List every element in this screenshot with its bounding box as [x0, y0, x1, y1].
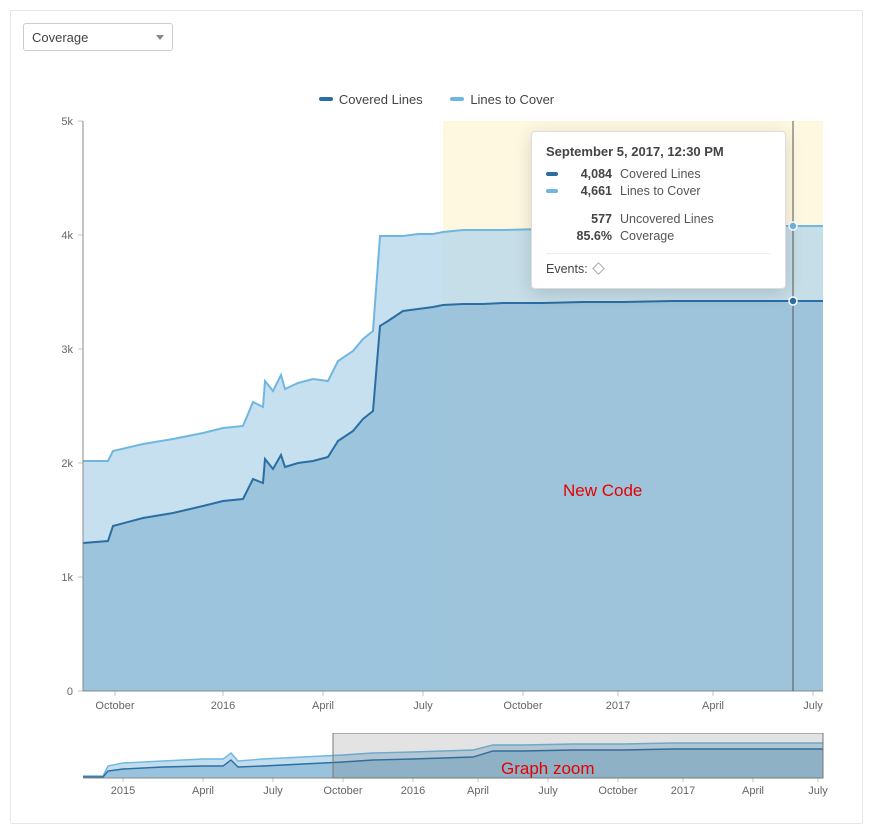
svg-text:July: July — [263, 785, 283, 797]
main-chart[interactable]: 0 1k 2k 3k 4k 5k October 2016 April July October 20… — [23, 111, 850, 721]
tooltip-events-label: Events: — [546, 262, 588, 276]
svg-text:2016: 2016 — [401, 785, 425, 797]
tooltip-swatch — [546, 189, 558, 193]
svg-text:1k: 1k — [61, 572, 73, 584]
tooltip-row: 577 Uncovered Lines — [546, 212, 771, 226]
svg-text:October: October — [598, 785, 637, 797]
svg-text:2016: 2016 — [211, 700, 235, 712]
svg-text:2k: 2k — [61, 458, 73, 470]
svg-text:April: April — [467, 785, 489, 797]
svg-text:2017: 2017 — [671, 785, 695, 797]
svg-text:0: 0 — [67, 686, 73, 698]
metric-dropdown-label: Coverage — [32, 30, 88, 45]
minimap-svg: 2015 April July October 2016 April July October… — [23, 733, 853, 803]
svg-text:3k: 3k — [61, 344, 73, 356]
legend-label: Covered Lines — [339, 92, 423, 107]
tooltip-row: 85.6% Coverage — [546, 229, 771, 243]
chart-tooltip: September 5, 2017, 12:30 PM 4,084 Covere… — [531, 131, 786, 289]
diamond-icon — [592, 262, 605, 275]
tooltip-title: September 5, 2017, 12:30 PM — [546, 144, 771, 159]
tooltip-row: 4,661 Lines to Cover — [546, 184, 771, 198]
coverage-panel: Coverage Covered Lines Lines to Cover 0 1… — [10, 10, 863, 824]
chevron-down-icon — [156, 35, 164, 40]
tooltip-row: 4,084 Covered Lines — [546, 167, 771, 181]
svg-text:April: April — [312, 700, 334, 712]
legend-swatch — [319, 97, 333, 101]
svg-text:July: July — [803, 700, 823, 712]
tooltip-swatch — [546, 172, 558, 176]
tooltip-label: Coverage — [620, 229, 674, 243]
svg-text:April: April — [742, 785, 764, 797]
tooltip-events: Events: — [546, 253, 771, 276]
svg-text:July: July — [808, 785, 828, 797]
legend-item-lines-to-cover: Lines to Cover — [450, 92, 554, 107]
tooltip-value: 85.6% — [566, 229, 612, 243]
svg-text:April: April — [702, 700, 724, 712]
tooltip-label: Covered Lines — [620, 167, 701, 181]
tooltip-label: Lines to Cover — [620, 184, 701, 198]
tooltip-label: Uncovered Lines — [620, 212, 714, 226]
legend-label: Lines to Cover — [470, 92, 554, 107]
svg-text:October: October — [503, 700, 542, 712]
svg-text:4k: 4k — [61, 230, 73, 242]
svg-text:April: April — [192, 785, 214, 797]
minimap-chart[interactable]: 2015 April July October 2016 April July October… — [23, 733, 850, 803]
svg-text:October: October — [323, 785, 362, 797]
chart-legend: Covered Lines Lines to Cover — [23, 89, 850, 107]
svg-text:July: July — [538, 785, 558, 797]
metric-dropdown[interactable]: Coverage — [23, 23, 173, 51]
legend-swatch — [450, 97, 464, 101]
svg-text:2017: 2017 — [606, 700, 630, 712]
tooltip-value: 577 — [566, 212, 612, 226]
tooltip-value: 4,661 — [566, 184, 612, 198]
svg-text:5k: 5k — [61, 116, 73, 128]
tooltip-value: 4,084 — [566, 167, 612, 181]
svg-text:October: October — [95, 700, 134, 712]
legend-item-covered: Covered Lines — [319, 92, 423, 107]
svg-text:July: July — [413, 700, 433, 712]
svg-text:2015: 2015 — [111, 785, 135, 797]
